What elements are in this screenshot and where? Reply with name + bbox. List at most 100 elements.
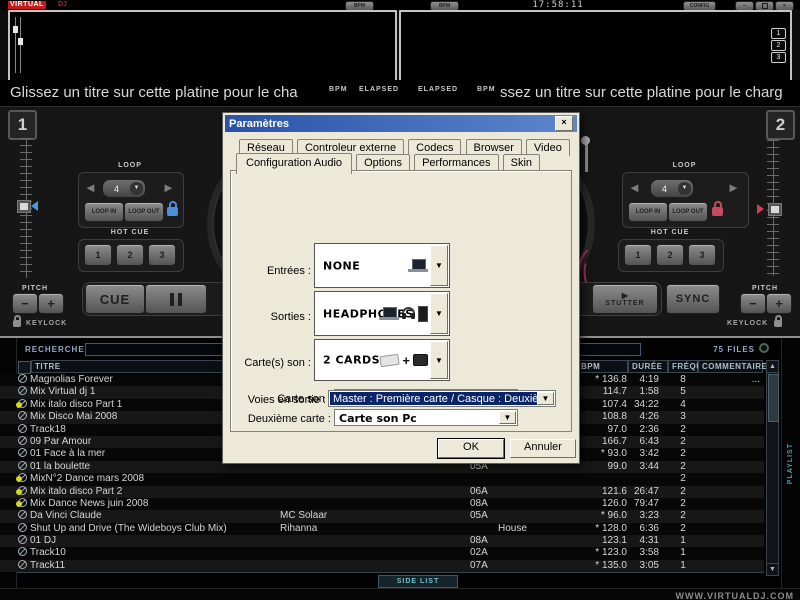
outputs-dropdown[interactable]: HEADPHONES ▼ xyxy=(314,291,450,336)
column-header-comment[interactable]: COMMENTAIRE xyxy=(698,360,763,373)
outputs-pictogram xyxy=(379,292,428,335)
hotcue-3-button-left[interactable]: 3 xyxy=(148,244,176,266)
loop-lock-icon-right[interactable] xyxy=(712,207,723,216)
dropdown-arrow-button[interactable]: ▼ xyxy=(499,411,516,424)
inputs-dropdown[interactable]: NONE ▼ xyxy=(314,243,450,288)
virtualdj-logo-dj: DJ xyxy=(58,1,67,9)
loop-label-right: LOOP xyxy=(622,162,747,169)
sync-button[interactable]: SYNC xyxy=(666,284,720,314)
loop-double-button-left[interactable]: ► xyxy=(162,181,175,194)
track-row[interactable]: MixN°2 Dance mars 20082 xyxy=(0,473,764,485)
search-label: RECHERCHE: xyxy=(25,345,88,354)
track-title: 01 Face à la mer xyxy=(30,448,105,460)
second-card-select[interactable]: Carte son Pc ▼ xyxy=(334,409,518,426)
scroll-up-icon[interactable]: ▲ xyxy=(767,361,778,373)
tab-performances[interactable]: Performances xyxy=(414,154,498,171)
hotcue-2-button-left[interactable]: 2 xyxy=(116,244,144,266)
pause-button[interactable] xyxy=(145,284,207,314)
track-row[interactable]: Track1107A* 135.03:051 xyxy=(0,560,764,572)
loop-lock-icon-left[interactable] xyxy=(167,207,178,216)
column-header-bpm[interactable]: BPM xyxy=(577,360,628,373)
tab-configuration-audio[interactable]: Configuration Audio xyxy=(236,153,352,174)
track-freq: 2 xyxy=(668,473,698,485)
cue-button[interactable]: CUE xyxy=(85,284,145,314)
dropdown-arrow-button[interactable]: ▼ xyxy=(430,245,448,286)
soundcards-label: Carte(s) son : xyxy=(239,357,311,369)
soundcards-dropdown[interactable]: 2 CARDS + ▼ xyxy=(314,339,450,381)
pause-icon xyxy=(178,293,182,306)
pitch-handle-left[interactable] xyxy=(17,200,31,213)
pitch-plus-button-right[interactable]: + xyxy=(766,293,792,314)
waveform-button-2[interactable]: 2 xyxy=(771,40,786,51)
waveform-slider-handle[interactable] xyxy=(13,26,18,33)
stutter-button[interactable]: ▶ STUTTER xyxy=(592,284,658,314)
sidelist-button[interactable]: SIDE LIST xyxy=(378,575,458,588)
scrollbar-thumb[interactable] xyxy=(768,374,779,422)
loop-length-select-right[interactable]: 4 ▼ xyxy=(650,179,694,198)
track-icon xyxy=(18,510,27,519)
track-freq: 2 xyxy=(668,424,698,436)
loop-in-button-left[interactable]: LOOP IN xyxy=(84,202,124,222)
loop-out-button-right[interactable]: LOOP OUT xyxy=(668,202,708,222)
hotcue-2-button-right[interactable]: 2 xyxy=(656,244,684,266)
track-icon xyxy=(18,448,27,457)
loop-out-button-left[interactable]: LOOP OUT xyxy=(124,202,164,222)
track-row[interactable]: Mix italo disco Part 206A121.626:472 xyxy=(0,486,764,498)
track-bpm: 114.7 xyxy=(576,386,627,398)
tonearm-icon xyxy=(585,142,588,172)
dialog-titlebar[interactable]: Paramètres × xyxy=(225,115,577,132)
waveform-panel-left[interactable] xyxy=(8,10,397,82)
track-row[interactable]: Mix Dance News juin 200808A126.079:472 xyxy=(0,498,764,510)
scroll-down-icon[interactable]: ▼ xyxy=(767,563,778,575)
waveform-panel-right[interactable]: 1 2 3 xyxy=(399,10,792,82)
dropdown-arrow-button[interactable]: ▼ xyxy=(430,293,448,334)
pitch-plus-button-left[interactable]: + xyxy=(38,293,64,314)
column-header-duration[interactable]: DURÉE xyxy=(628,360,668,373)
waveform-button-1[interactable]: 1 xyxy=(771,28,786,39)
output-routing-select[interactable]: Master : Première carte / Casque : Deuxi… xyxy=(328,390,556,407)
hotcue-1-button-left[interactable]: 1 xyxy=(84,244,112,266)
track-key: 08A xyxy=(470,535,496,547)
hotcue-label-right: HOT CUE xyxy=(618,229,722,236)
keylock-icon-right[interactable] xyxy=(774,320,782,327)
keylock-icon-left[interactable] xyxy=(13,320,21,327)
loop-half-button-right[interactable]: ◄ xyxy=(628,181,641,194)
track-duration: 34:22 xyxy=(629,399,659,411)
plus-icon: + xyxy=(402,354,410,367)
track-row[interactable]: Track1002A* 123.03:581 xyxy=(0,547,764,559)
pitch-minus-button-right[interactable]: − xyxy=(740,293,766,314)
track-freq: 3 xyxy=(668,411,698,423)
hotcue-1-button-right[interactable]: 1 xyxy=(624,244,652,266)
track-icon xyxy=(18,547,27,556)
scrollbar[interactable]: ▲ ▼ xyxy=(766,360,779,576)
soundcard-icon xyxy=(413,354,428,366)
pitch-handle-right[interactable] xyxy=(768,203,782,216)
track-row[interactable]: Da Vinci ClaudeMC Solaar05A* 96.03:232 xyxy=(0,510,764,522)
settings-dialog: Paramètres × Réseau Controleur externe C… xyxy=(222,112,580,464)
tab-options[interactable]: Options xyxy=(356,154,410,171)
waveform-button-3[interactable]: 3 xyxy=(771,52,786,63)
pitch-minus-button-left[interactable]: − xyxy=(12,293,38,314)
loop-in-button-right[interactable]: LOOP IN xyxy=(628,202,668,222)
dropdown-arrow-button[interactable]: ▼ xyxy=(430,341,448,379)
track-icon xyxy=(18,436,27,445)
hotcue-3-button-right[interactable]: 3 xyxy=(688,244,716,266)
track-freq: 2 xyxy=(668,510,698,522)
dropdown-arrow-button[interactable]: ▼ xyxy=(537,392,554,405)
dialog-close-button[interactable]: × xyxy=(555,116,573,131)
cancel-button[interactable]: Annuler xyxy=(510,439,576,458)
column-header-freq[interactable]: FRÉQU xyxy=(668,360,698,373)
loop-half-button-left[interactable]: ◄ xyxy=(84,181,97,194)
waveform-slider-handle[interactable] xyxy=(18,38,23,45)
track-row[interactable]: 01 DJ08A123.14:311 xyxy=(0,535,764,547)
track-row[interactable]: Shut Up and Drive (The Wideboys Club Mix… xyxy=(0,523,764,535)
loop-length-select-left[interactable]: 4 ▼ xyxy=(102,179,146,198)
track-title: Track11 xyxy=(30,560,65,572)
playlist-strip[interactable]: PLAYLIST xyxy=(781,338,800,588)
track-title: Da Vinci Claude xyxy=(30,510,102,522)
loop-double-button-right[interactable]: ► xyxy=(727,181,740,194)
select-all-checkbox[interactable] xyxy=(18,361,31,374)
ok-button[interactable]: OK xyxy=(438,439,504,458)
tab-skin[interactable]: Skin xyxy=(503,154,540,171)
track-freq: 1 xyxy=(668,535,698,547)
